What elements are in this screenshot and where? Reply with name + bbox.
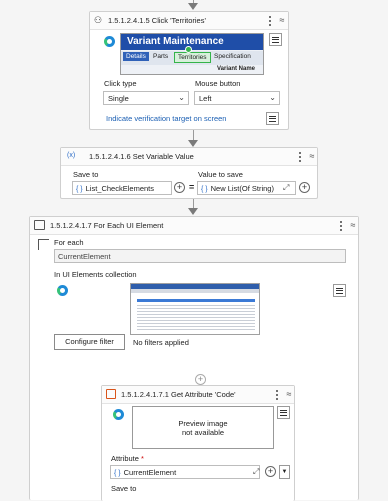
activity-title: 1.5.1.2.4.1.6 Set Variable Value	[89, 152, 194, 161]
chevron-down-icon: ⌄	[178, 93, 185, 102]
more-options-icon[interactable]	[336, 220, 346, 232]
vb-expression-icon: { }	[114, 470, 121, 477]
loop-activity-icon	[34, 220, 45, 230]
preview-target-marker	[185, 46, 192, 53]
configure-filter-button[interactable]: Configure filter	[54, 334, 125, 350]
collapse-icon[interactable]: ≈	[307, 150, 317, 162]
collapse-icon[interactable]: ≈	[284, 388, 294, 400]
value-to-save-label: Value to save	[198, 170, 243, 179]
verification-menu-button[interactable]	[266, 112, 279, 125]
preview-tab-territories: Territories	[174, 52, 211, 63]
filter-status: No filters applied	[133, 338, 189, 347]
variable-activity-icon: (x)	[67, 152, 76, 159]
expand-editor-icon[interactable]: ⤢	[253, 467, 259, 477]
connector-arrow	[188, 140, 198, 147]
add-activity-icon[interactable]: +	[195, 374, 206, 385]
indicate-verification-link[interactable]: Indicate verification target on screen	[106, 114, 226, 123]
preview-unavailable-line1: Preview image	[178, 419, 228, 428]
more-options-icon[interactable]	[265, 15, 275, 27]
loop-item-icon	[38, 239, 49, 250]
attribute-field[interactable]: { } CurrentElement	[110, 465, 260, 479]
save-to-value: List_CheckElements	[85, 184, 154, 193]
card-header: (x) 1.5.1.2.4.1.6 Set Variable Value ≈	[61, 148, 317, 166]
attribute-dropdown-icon[interactable]: ▼	[279, 465, 290, 479]
vb-expression-icon: { }	[201, 186, 208, 193]
edge-browser-icon	[104, 36, 115, 47]
preview-tab-details: Details	[123, 52, 149, 61]
click-type-value: Single	[108, 94, 129, 103]
click-activity-card[interactable]: ⚇ 1.5.1.2.4.1.5 Click 'Territories' ≈ Va…	[89, 11, 289, 130]
more-options-icon[interactable]	[272, 389, 282, 401]
set-variable-card[interactable]: (x) 1.5.1.2.4.1.6 Set Variable Value ≈ S…	[60, 147, 318, 199]
collection-preview-image[interactable]	[130, 283, 260, 335]
required-marker: *	[141, 454, 144, 463]
edge-browser-icon	[57, 285, 68, 296]
target-preview-image[interactable]: Variant Maintenance Details Parts Territ…	[120, 33, 264, 75]
preview-tab-specification: Specification	[214, 53, 251, 60]
mouse-button-label: Mouse button	[195, 79, 241, 88]
activity-title: 1.5.1.2.4.1.7.1 Get Attribute 'Code'	[121, 390, 236, 399]
more-options-icon[interactable]	[295, 151, 305, 163]
save-to-label: Save to	[73, 170, 99, 179]
add-variable-icon[interactable]: +	[174, 182, 185, 193]
connector-arrow-top	[188, 3, 198, 10]
collapse-icon[interactable]: ≈	[348, 219, 358, 231]
preview-grid-selected-row	[137, 299, 255, 302]
attribute-label-text: Attribute	[111, 454, 139, 463]
edge-browser-icon	[113, 409, 124, 420]
click-type-label: Click type	[104, 79, 137, 88]
preview-grid	[137, 303, 255, 331]
for-each-field[interactable]: CurrentElement	[54, 249, 346, 263]
mouse-button-dropdown[interactable]: Left ⌄	[194, 91, 280, 105]
value-to-save-value: New List(Of String)	[210, 184, 274, 193]
configure-filter-label: Configure filter	[65, 337, 114, 346]
card-header: ⚇ 1.5.1.2.4.1.5 Click 'Territories' ≈	[90, 12, 288, 30]
element-preview-box[interactable]: Preview image not available	[132, 406, 274, 449]
vb-expression-icon: { }	[76, 186, 83, 193]
activity-title: 1.5.1.2.4.1.5 Click 'Territories'	[108, 16, 206, 25]
for-each-label: For each	[54, 238, 84, 247]
card-header: 1.5.1.2.4.1.7 For Each UI Element ≈	[30, 217, 358, 235]
mouse-button-value: Left	[199, 94, 212, 103]
preview-toolbar	[131, 289, 259, 293]
add-attribute-icon[interactable]: +	[265, 466, 276, 477]
click-type-dropdown[interactable]: Single ⌄	[103, 91, 189, 105]
save-to-label: Save to	[111, 484, 137, 493]
preview-unavailable-line2: not available	[181, 428, 225, 437]
target-menu-button[interactable]	[269, 33, 282, 46]
element-menu-button[interactable]	[277, 406, 290, 419]
chevron-down-icon: ⌄	[269, 93, 276, 102]
preview-tab-parts: Parts	[153, 53, 169, 60]
preview-variant-name-label: Variant Name	[217, 66, 256, 72]
attribute-label: Attribute *	[111, 454, 144, 463]
for-each-value: CurrentElement	[58, 252, 111, 261]
value-to-save-field[interactable]: { } New List(Of String)	[197, 181, 296, 195]
preview-form-title: Variant Maintenance	[127, 36, 224, 47]
connector-arrow	[188, 208, 198, 215]
click-activity-icon: ⚇	[94, 15, 103, 25]
collection-menu-button[interactable]	[333, 284, 346, 297]
get-attribute-icon	[106, 389, 116, 399]
equals-sign: =	[189, 182, 195, 192]
add-value-icon[interactable]: +	[299, 182, 310, 193]
card-header: 1.5.1.2.4.1.7.1 Get Attribute 'Code' ≈	[102, 386, 294, 404]
expand-editor-icon[interactable]: ⤢	[283, 183, 289, 193]
collection-label: In UI Elements collection	[54, 270, 137, 279]
attribute-value: CurrentElement	[123, 468, 177, 477]
connector	[193, 130, 194, 140]
get-attribute-card[interactable]: 1.5.1.2.4.1.7.1 Get Attribute 'Code' ≈ P…	[101, 385, 295, 501]
activity-title: 1.5.1.2.4.1.7 For Each UI Element	[50, 221, 164, 230]
collapse-icon[interactable]: ≈	[277, 14, 287, 26]
for-each-card[interactable]: 1.5.1.2.4.1.7 For Each UI Element ≈ For …	[29, 216, 359, 501]
save-to-field[interactable]: { } List_CheckElements	[72, 181, 172, 195]
